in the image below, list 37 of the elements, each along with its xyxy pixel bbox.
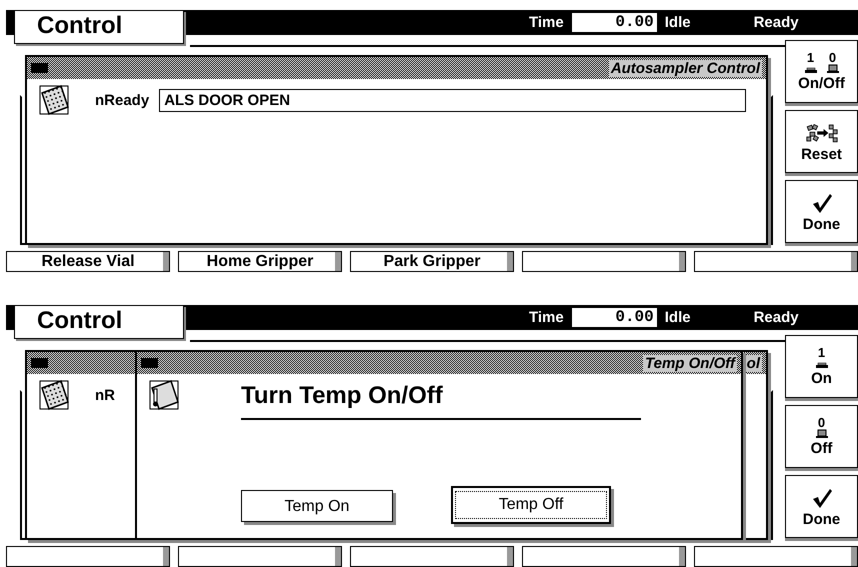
dialog-button[interactable]: Temp Off — [451, 486, 611, 524]
window-title: Temp On/Off — [643, 354, 737, 372]
time-label: Time — [529, 309, 564, 326]
softkey-button[interactable] — [350, 546, 514, 567]
side-key[interactable]: 1 On — [785, 335, 858, 398]
side-key[interactable]: 1 0 On/Off — [785, 40, 858, 103]
run-state: Idle — [664, 309, 691, 326]
side-key[interactable]: 0 Off — [785, 405, 858, 468]
time-value: 0.00 — [572, 13, 657, 32]
thermometer-tray-icon — [147, 378, 181, 412]
softkey-button[interactable] — [6, 546, 170, 567]
softkey-button[interactable]: Home Gripper — [178, 251, 342, 272]
run-state: Idle — [664, 14, 691, 31]
status-text: Ready — [754, 309, 799, 326]
softkey-button[interactable] — [694, 546, 858, 567]
side-key[interactable]: Done — [785, 475, 858, 538]
dialog-button[interactable]: Temp On — [241, 490, 393, 522]
window-title: Autosampler Control — [608, 60, 762, 76]
softkey-button[interactable] — [178, 546, 342, 567]
screen-tab[interactable]: Control — [14, 10, 184, 44]
softkey-button[interactable]: Park Gripper — [350, 251, 514, 272]
softkey-button[interactable] — [522, 546, 686, 567]
time-label: Time — [529, 14, 564, 31]
status-field: ALS DOOR OPEN — [159, 88, 746, 112]
field-label: nR — [95, 386, 115, 404]
sample-tray-icon — [37, 378, 71, 412]
side-key[interactable]: Done — [785, 180, 858, 243]
softkey-button[interactable] — [694, 251, 858, 272]
softkey-button[interactable] — [522, 251, 686, 272]
softkey-button[interactable]: Release Vial — [6, 251, 170, 272]
screen-tab[interactable]: Control — [14, 305, 184, 339]
dialog-heading: Turn Temp On/Off — [241, 382, 444, 410]
side-key[interactable]: Reset — [785, 110, 858, 173]
status-text: Ready — [754, 14, 799, 31]
field-label: nReady — [95, 92, 150, 108]
sample-tray-icon — [37, 83, 71, 117]
time-value: 0.00 — [572, 308, 657, 327]
